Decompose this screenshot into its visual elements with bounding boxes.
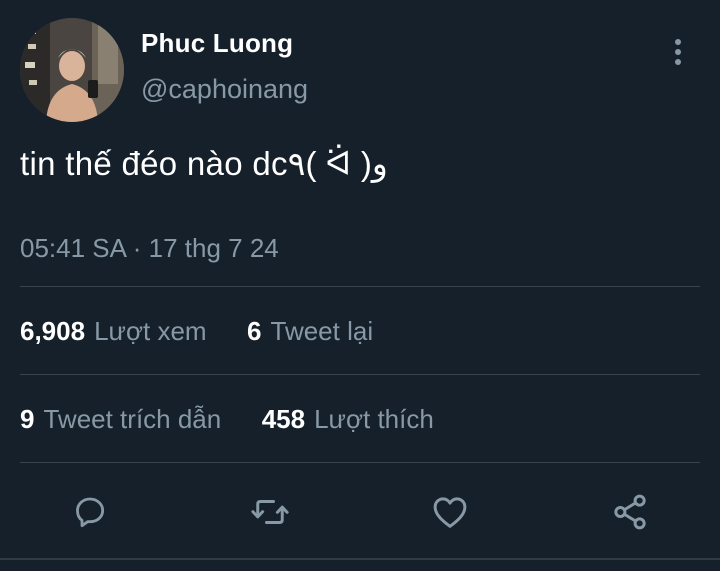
views-count: 6,908: [20, 316, 86, 346]
likes-label: Lượt thích: [314, 404, 434, 434]
tweet-timestamp[interactable]: 05:41 SA · 17 thg 7 24: [20, 233, 279, 264]
retweets-stat[interactable]: 6 Tweet lại: [247, 316, 373, 346]
likes-stat[interactable]: 458 Lượt thích: [262, 404, 434, 434]
action-bar: [0, 484, 720, 540]
quotes-stat[interactable]: 9 Tweet trích dẫn: [20, 404, 228, 434]
retweets-count: 6: [247, 316, 262, 346]
share-icon: [614, 494, 646, 530]
bottom-divider: [0, 558, 720, 560]
retweets-label: Tweet lại: [270, 316, 374, 346]
stats-row-engagement: 9 Tweet trích dẫn 458 Lượt thích: [20, 404, 434, 435]
quotes-count: 9: [20, 404, 35, 434]
divider: [20, 286, 700, 287]
heart-icon: [433, 497, 467, 528]
like-button[interactable]: [422, 484, 478, 540]
reply-icon: [76, 497, 105, 528]
likes-count: 458: [261, 404, 306, 434]
divider: [20, 374, 700, 375]
more-options-button[interactable]: [660, 34, 696, 70]
stats-row-views: 6,908 Lượt xem 6 Tweet lại: [20, 316, 373, 347]
more-vertical-icon: [675, 39, 681, 65]
tweet-text: tin thế đéo nào dc٩( ᐛ )و: [20, 145, 388, 182]
views-stat[interactable]: 6,908 Lượt xem: [20, 316, 214, 346]
retweet-button[interactable]: [242, 484, 298, 540]
retweet-icon: [251, 500, 289, 524]
reply-button[interactable]: [62, 484, 118, 540]
quotes-label: Tweet trích dẫn: [43, 404, 222, 434]
divider: [20, 462, 700, 463]
avatar[interactable]: [20, 18, 124, 122]
share-button[interactable]: [602, 484, 658, 540]
avatar-photo: [20, 18, 124, 122]
tweet-header: Phuc Luong @caphoinang: [0, 0, 720, 130]
views-label: Lượt xem: [94, 316, 207, 346]
user-handle[interactable]: @caphoinang: [141, 74, 308, 105]
display-name[interactable]: Phuc Luong: [141, 28, 293, 59]
